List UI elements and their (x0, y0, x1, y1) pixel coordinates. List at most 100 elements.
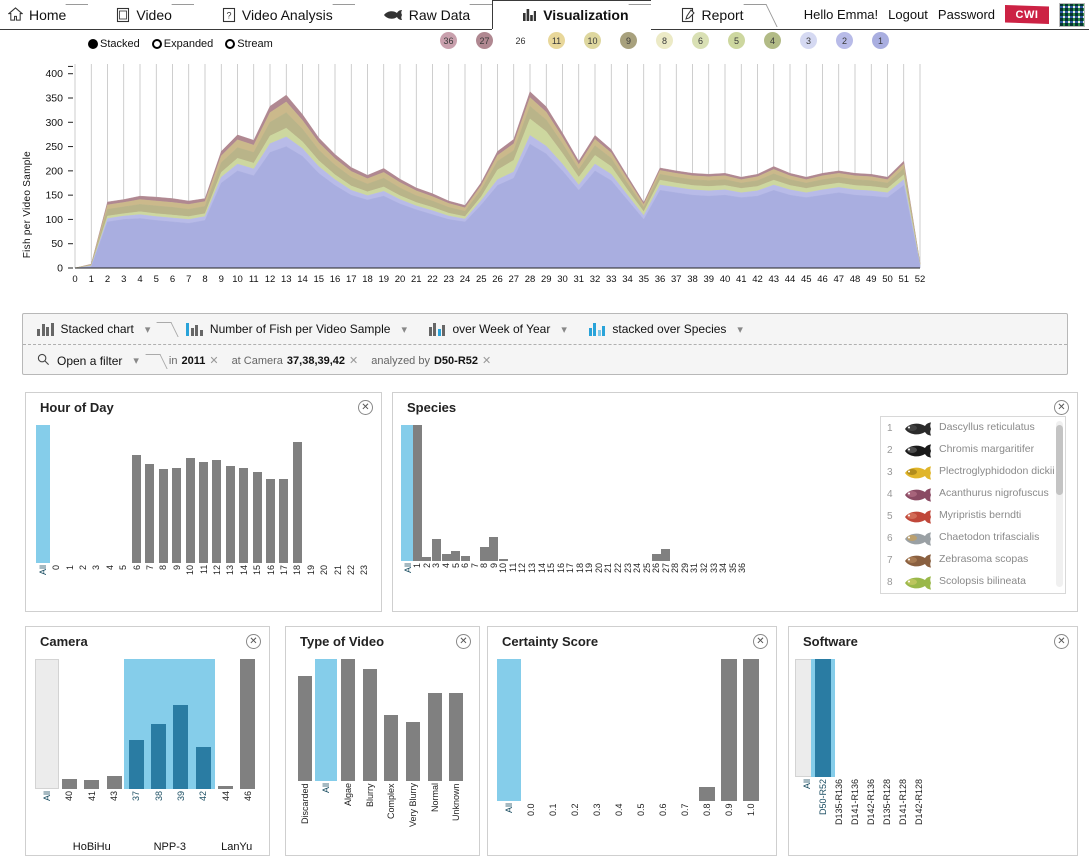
legend-badge[interactable]: 10 (584, 32, 601, 49)
chevron-down-icon[interactable]: ▾ (737, 323, 743, 336)
bar-1[interactable] (412, 425, 422, 561)
bar-16[interactable] (266, 478, 275, 563)
remove-filter-icon[interactable]: ✕ (209, 354, 218, 367)
bar-Algae[interactable] (341, 659, 356, 781)
chevron-down-icon[interactable]: ▾ (561, 323, 567, 336)
legend-badge[interactable]: 26 (512, 32, 529, 49)
control-measure[interactable]: Number of Fish per Video Sample ▾ (172, 314, 415, 344)
bar-Blurry[interactable] (362, 668, 377, 781)
bar-Complex[interactable] (384, 715, 399, 781)
chevron-down-icon[interactable]: ▾ (133, 354, 139, 367)
bar-14[interactable] (239, 467, 249, 563)
bar-5[interactable] (451, 551, 461, 561)
remove-filter-icon[interactable]: ✕ (349, 354, 358, 367)
species-legend-item[interactable]: 3 Plectroglyphidodon dickii (881, 461, 1065, 483)
nav-tab-visualization[interactable]: Visualization (492, 0, 651, 30)
bar-11[interactable] (199, 462, 208, 563)
bar-26[interactable] (651, 554, 661, 561)
software-bar-chart[interactable]: All D50-R52 D135-R136 D141-R136 D142-R136 D13… (789, 653, 1077, 855)
nav-tab-video-analysis[interactable]: ? Video Analysis (193, 0, 355, 29)
scrollbar-thumb[interactable] (1056, 425, 1063, 495)
bar-40[interactable] (61, 778, 77, 789)
species-legend-popup[interactable]: 1 Dascyllus reticulatus 2 Chromis margariti… (880, 416, 1066, 594)
bar-9[interactable] (172, 467, 182, 563)
chevron-down-icon[interactable]: ▾ (145, 323, 151, 336)
bar-6[interactable] (460, 555, 470, 561)
legend-badge[interactable]: 6 (692, 32, 709, 49)
species-legend-item[interactable]: 2 Chromis margaritifer (881, 439, 1065, 461)
filter-tag[interactable]: in 2011 ✕ (169, 354, 219, 368)
all-column[interactable] (35, 659, 60, 789)
open-filter-button[interactable]: Open a filter ▾ (23, 345, 147, 376)
highlight-bar-39[interactable] (173, 704, 189, 789)
hour-of-day-bar-chart[interactable]: All 0 1 2 3 4 5 6 7 8 9 10 11 12 13 14 15 16 17 18 19 20 21 22 2… (26, 419, 381, 611)
certainty-score-bar-chart[interactable]: All 0.0 0.1 0.2 0.3 0.4 0.5 0.6 0.7 0.8 0.9 1.0 (488, 653, 776, 855)
bar-43[interactable] (106, 776, 122, 789)
control-over[interactable]: over Week of Year ▾ (415, 314, 575, 344)
bar-18[interactable] (292, 441, 302, 563)
radio-stacked[interactable]: Stacked (88, 38, 140, 50)
bar-15[interactable] (252, 471, 262, 563)
highlight-bar-37[interactable] (128, 739, 144, 789)
bar-8[interactable] (158, 469, 168, 563)
legend-badge[interactable]: 8 (656, 32, 673, 49)
bar-Normal[interactable] (427, 693, 442, 781)
bar-27[interactable] (661, 548, 671, 561)
bar-1.0[interactable] (743, 659, 759, 801)
control-stacked-over[interactable]: stacked over Species ▾ (575, 314, 751, 344)
bar-12[interactable] (212, 459, 222, 563)
bar-2[interactable] (422, 556, 432, 561)
bar-8[interactable] (479, 547, 489, 561)
bar-6[interactable] (132, 455, 141, 563)
bar-13[interactable] (225, 466, 235, 563)
remove-filter-icon[interactable]: ✕ (482, 354, 491, 367)
highlight-bar-42[interactable] (195, 747, 211, 789)
species-legend-item[interactable]: 4 Acanthurus nigrofuscus (881, 483, 1065, 505)
camera-bar-chart[interactable]: All 40 41 43 37 38 39 42 44 46 HoBiHu NPP-3 LanYu (26, 653, 269, 855)
close-icon[interactable]: ✕ (358, 400, 373, 415)
radio-expanded[interactable]: Expanded (151, 38, 213, 50)
bar-46[interactable] (240, 659, 256, 789)
species-legend-item[interactable]: 6 Chaetodon trifascialis (881, 527, 1065, 549)
selected-column-All[interactable] (315, 659, 338, 781)
type-of-video-bar-chart[interactable]: Discarded All Algae Blurry Complex Very Blurr… (286, 653, 479, 855)
bar-4[interactable] (441, 554, 451, 561)
bar-0.9[interactable] (721, 659, 737, 801)
close-icon[interactable]: ✕ (753, 634, 768, 649)
legend-badge[interactable]: 3 (800, 32, 817, 49)
nav-tab-report[interactable]: Report (650, 0, 766, 29)
legend-badge[interactable]: 9 (620, 32, 637, 49)
bar-Very Blurry[interactable] (405, 722, 420, 781)
bar-10[interactable] (498, 558, 508, 561)
bar-44[interactable] (218, 786, 234, 789)
bar-Unknown[interactable] (449, 693, 464, 781)
chevron-down-icon[interactable]: ▾ (401, 323, 407, 336)
bar-7[interactable] (145, 463, 155, 563)
control-chart-type[interactable]: Stacked chart ▾ (23, 314, 158, 344)
nav-tab-home[interactable]: Home (0, 0, 89, 29)
filter-tag[interactable]: at Camera 37,38,39,42 ✕ (232, 354, 359, 368)
legend-badge[interactable]: 4 (764, 32, 781, 49)
selected-bar-D50-R52[interactable] (815, 659, 831, 777)
highlight-bar-38[interactable] (151, 724, 167, 789)
bar-41[interactable] (84, 779, 100, 789)
bar-17[interactable] (279, 478, 289, 563)
close-icon[interactable]: ✕ (1054, 634, 1069, 649)
area-chart-svg[interactable]: 0501001502002503003504000 1 2 3 4 5 6 7 8 9 10 11 12… (0, 56, 1000, 306)
species-legend-item[interactable]: 8 Scolopsis bilineata (881, 571, 1065, 593)
bar-9[interactable] (489, 536, 499, 561)
password-link[interactable]: Password (938, 7, 995, 22)
species-legend-item[interactable]: 1 Dascyllus reticulatus (881, 417, 1065, 439)
bar-Discarded[interactable] (297, 676, 312, 781)
close-icon[interactable]: ✕ (246, 634, 261, 649)
filter-tag[interactable]: analyzed by D50-R52 ✕ (371, 354, 491, 368)
selected-column-All[interactable] (497, 659, 521, 801)
legend-badge[interactable]: 1 (872, 32, 889, 49)
nav-tab-raw-data[interactable]: Raw Data (354, 0, 493, 29)
close-icon[interactable]: ✕ (456, 634, 471, 649)
species-legend-item[interactable]: 7 Zebrasoma scopas (881, 549, 1065, 571)
bar-0.8[interactable] (699, 786, 715, 801)
close-icon[interactable]: ✕ (1054, 400, 1069, 415)
legend-badge[interactable]: 11 (548, 32, 565, 49)
logout-link[interactable]: Logout (888, 7, 928, 22)
